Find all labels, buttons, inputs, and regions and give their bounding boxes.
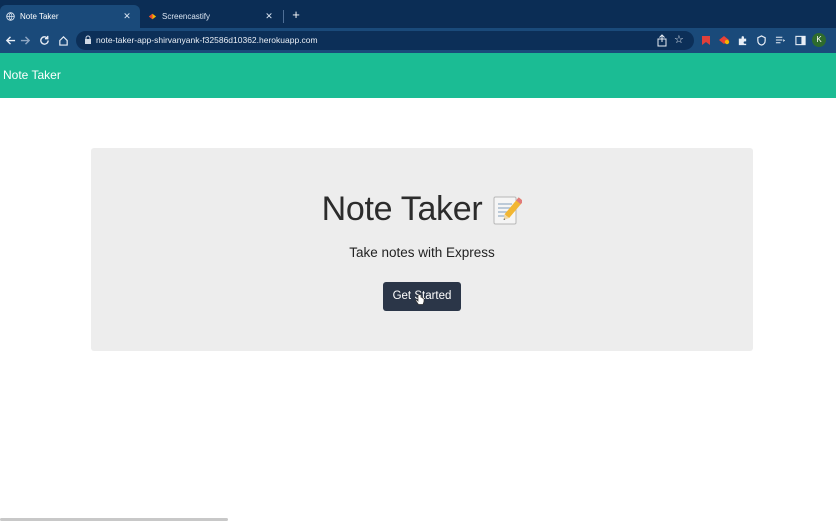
back-icon[interactable]	[2, 32, 18, 48]
page-title: Note Taker	[91, 190, 753, 229]
close-icon[interactable]: ✕	[122, 11, 132, 22]
tab-separator	[283, 10, 284, 23]
globe-icon	[6, 12, 15, 21]
memo-icon	[492, 194, 524, 226]
forward-icon[interactable]	[17, 32, 33, 48]
page-title-text: Note Taker	[321, 190, 483, 228]
extension-screencastify-icon[interactable]	[718, 34, 730, 46]
hand-cursor-icon	[415, 294, 425, 305]
share-icon[interactable]	[656, 34, 668, 47]
browser-toolbar: note-taker-app-shirvanyank-f32586d10362.…	[0, 28, 836, 53]
bookmark-star-icon[interactable]: ☆	[674, 33, 684, 47]
screencastify-icon	[148, 12, 157, 21]
url-text: note-taker-app-shirvanyank-f32586d10362.…	[96, 35, 318, 45]
side-panel-icon[interactable]	[794, 34, 806, 46]
close-icon[interactable]: ✕	[264, 11, 274, 22]
new-tab-button[interactable]: +	[289, 7, 303, 23]
address-bar[interactable]: note-taker-app-shirvanyank-f32586d10362.…	[76, 31, 694, 50]
reload-icon[interactable]	[36, 32, 52, 48]
tab-note-taker[interactable]: Note Taker ✕	[0, 5, 140, 28]
profile-avatar[interactable]: K	[812, 33, 826, 47]
extension-shield-icon[interactable]	[755, 34, 767, 46]
extension-bookmark-icon[interactable]	[700, 34, 712, 46]
app-navbar: Note Taker	[0, 53, 836, 98]
home-icon[interactable]	[55, 32, 71, 48]
extensions-puzzle-icon[interactable]	[736, 34, 748, 46]
navbar-brand[interactable]: Note Taker	[3, 68, 61, 82]
hero-panel: Note Taker Take notes with Express Get S…	[91, 148, 753, 351]
browser-tab-strip: Note Taker ✕ Screencastify ✕ +	[0, 0, 836, 28]
extension-media-icon[interactable]	[774, 34, 786, 46]
tab-title: Screencastify	[162, 12, 211, 21]
tab-screencastify[interactable]: Screencastify ✕	[142, 5, 282, 28]
horizontal-scrollbar[interactable]	[0, 518, 228, 521]
page-subtitle: Take notes with Express	[349, 245, 495, 260]
lock-icon	[85, 35, 91, 44]
tab-title: Note Taker	[20, 12, 59, 21]
